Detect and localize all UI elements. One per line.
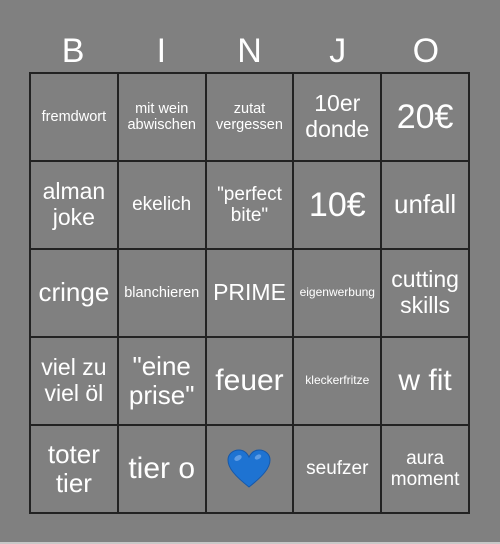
bingo-cell[interactable]: kleckerfritze [294, 338, 383, 426]
bingo-cell[interactable]: 10er donde [294, 74, 383, 162]
bingo-cell[interactable]: viel zu viel öl [31, 338, 119, 426]
bingo-header: B I N J O [29, 30, 470, 72]
header-letter-b: B [61, 32, 85, 70]
cell-text: w fit [398, 364, 452, 398]
bingo-cell[interactable]: alman joke [31, 162, 119, 250]
bingo-cell[interactable]: PRIME [206, 250, 295, 338]
cell-text: feuer [215, 364, 284, 398]
bingo-cell[interactable]: 20€ [382, 74, 470, 162]
bingo-cell[interactable]: "eine prise" [118, 338, 207, 426]
cell-text: seufzer [306, 458, 369, 480]
header-letter-j: J [329, 32, 347, 70]
cell-text: 10er donde [305, 90, 370, 142]
bingo-cell[interactable]: "perfect bite" [206, 162, 295, 250]
cell-text: 20€ [396, 97, 454, 136]
cell-text: aura moment [390, 447, 460, 490]
cell-text: viel zu viel öl [41, 354, 107, 406]
cell-text: unfall [394, 189, 457, 220]
cell-text: "eine prise" [128, 350, 195, 410]
free-space-cell[interactable] [206, 426, 295, 514]
cell-text: kleckerfritze [305, 373, 370, 388]
bingo-cell[interactable]: zutat vergessen [206, 74, 295, 162]
bingo-cell[interactable]: fremdwort [31, 74, 119, 162]
blue-heart-icon [227, 449, 271, 488]
header-letter-o: O [412, 32, 440, 70]
bingo-cell[interactable]: toter tier [31, 426, 119, 514]
cell-text: zutat vergessen [216, 100, 283, 133]
cell-text: blanchieren [124, 284, 200, 301]
bingo-cell[interactable]: 10€ [294, 162, 383, 250]
cell-text: cutting skills [391, 266, 459, 318]
cell-text: tier o [128, 452, 196, 486]
cell-text: cringe [38, 277, 110, 308]
bingo-cell[interactable]: cringe [31, 250, 119, 338]
bingo-cell[interactable]: aura moment [382, 426, 470, 514]
bingo-cell[interactable]: feuer [206, 338, 295, 426]
cell-text: eigenwerbung [299, 285, 375, 300]
bingo-grid: fremdwort mit wein abwischen zutat vergess… [29, 72, 470, 514]
cell-text: ekelich [132, 194, 192, 216]
cell-text: fremdwort [41, 108, 107, 125]
bingo-cell[interactable]: ekelich [118, 162, 207, 250]
header-letter-i: I [156, 32, 167, 70]
bingo-cell[interactable]: mit wein abwischen [118, 74, 207, 162]
cell-text: mit wein abwischen [127, 100, 196, 133]
bingo-cell[interactable]: eigenwerbung [294, 250, 383, 338]
cell-text: "perfect bite" [217, 183, 282, 226]
bingo-cell[interactable]: cutting skills [382, 250, 470, 338]
header-letter-n: N [237, 32, 262, 70]
bingo-cell[interactable]: blanchieren [118, 250, 207, 338]
bingo-cell[interactable]: unfall [382, 162, 470, 250]
cell-text: 10€ [308, 185, 366, 224]
cell-text: alman joke [42, 178, 106, 230]
cell-text: toter tier [47, 438, 100, 498]
bingo-cell[interactable]: seufzer [294, 426, 383, 514]
cell-text: PRIME [213, 279, 286, 306]
bingo-cell[interactable]: w fit [382, 338, 470, 426]
bingo-cell[interactable]: tier o [118, 426, 207, 514]
